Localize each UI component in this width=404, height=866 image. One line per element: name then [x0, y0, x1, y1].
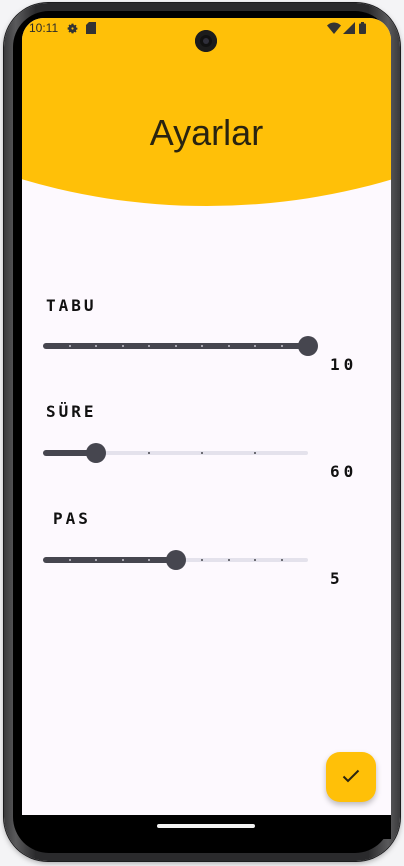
slider-thumb[interactable] [298, 336, 318, 356]
slider-tick [254, 345, 256, 347]
pas-slider[interactable] [43, 548, 308, 572]
check-icon [342, 768, 360, 787]
slider-tick [227, 559, 230, 561]
slider-tick [280, 559, 283, 561]
slider-tick [201, 452, 203, 454]
slider-track-active [43, 557, 176, 563]
slider-thumb[interactable] [86, 443, 106, 463]
slider-tick [227, 345, 230, 347]
setting-value-pas: 5 [330, 569, 344, 588]
slider-tick [201, 345, 203, 347]
navigation-bar [22, 815, 391, 839]
slider-tick [254, 452, 256, 454]
slider-tick [121, 559, 124, 561]
battery-icon [359, 22, 366, 37]
slider-tick [280, 345, 283, 347]
slider-tick [148, 345, 150, 347]
setting-value-tabu: 10 [330, 355, 358, 374]
confirm-fab-button[interactable] [326, 752, 376, 802]
slider-tick [148, 559, 150, 561]
setting-label-sure: SÜRE [46, 402, 97, 421]
slider-thumb[interactable] [165, 550, 186, 570]
page-title: Ayarlar [149, 112, 264, 153]
slider-tick [254, 559, 256, 561]
slider-tick [68, 559, 71, 561]
front-camera [195, 30, 217, 52]
slider-tick [68, 345, 71, 347]
slider-tick [95, 345, 97, 347]
signal-icon [343, 22, 355, 37]
setting-value-sure: 60 [330, 462, 358, 481]
wifi-icon [327, 22, 341, 37]
status-time: 10:11 [29, 21, 59, 35]
slider-tick [201, 559, 203, 561]
sim-card-icon [86, 22, 96, 37]
setting-label-tabu: TABU [46, 296, 97, 315]
settings-gear-icon [66, 22, 79, 38]
app-screen: 10:11 Ayarlar TABU 10 SÜRE 60 PAS 5 [22, 18, 391, 815]
tabu-slider[interactable] [43, 334, 318, 358]
slider-tick [121, 345, 124, 347]
slider-tick [174, 345, 177, 347]
setting-label-pas: PAS [53, 509, 91, 528]
slider-tick [148, 452, 150, 454]
home-gesture-pill[interactable] [157, 824, 255, 828]
slider-tick [95, 559, 97, 561]
sure-slider[interactable] [43, 441, 308, 465]
